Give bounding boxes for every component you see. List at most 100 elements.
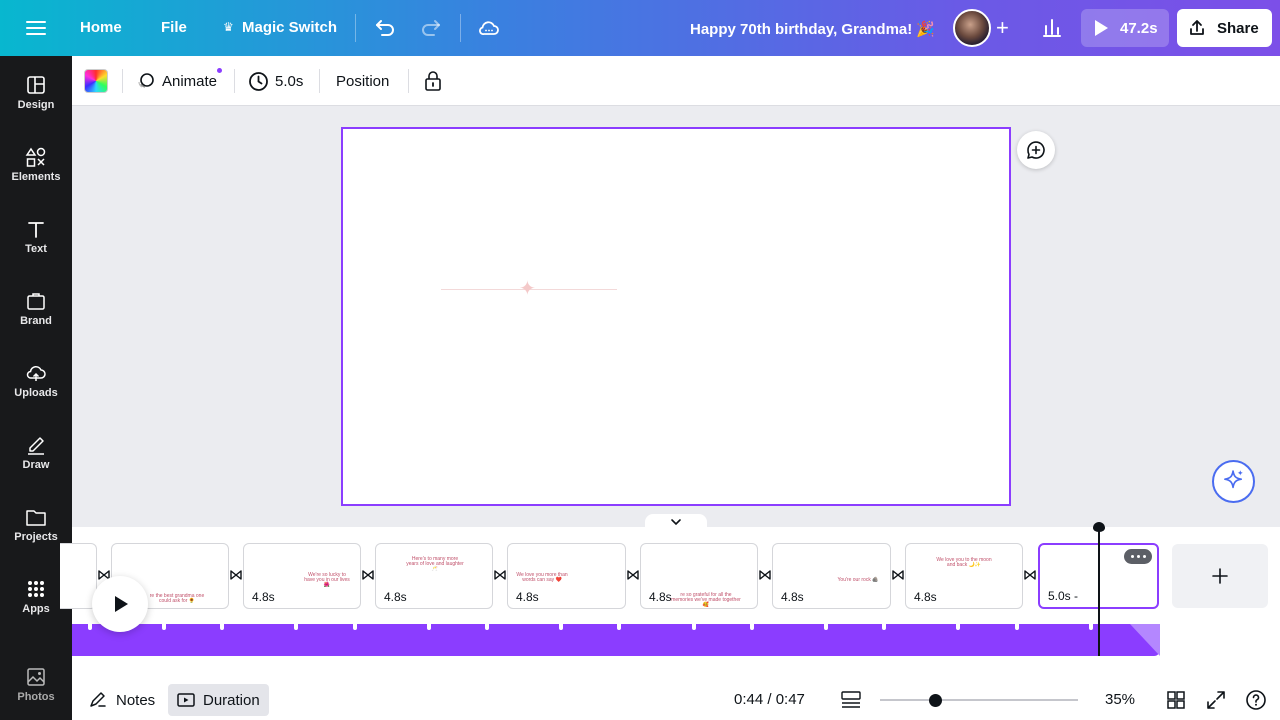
sidebar-item-elements[interactable]: Elements [0, 146, 72, 206]
clip-thumbnail-text: re the best grandma one could ask for 🌻 [149, 593, 205, 604]
add-collaborator-button[interactable]: + [996, 17, 1009, 39]
transition-icon[interactable] [891, 569, 905, 581]
grid-view-icon[interactable] [1165, 689, 1187, 711]
transition-icon[interactable] [758, 569, 772, 581]
position-label: Position [336, 72, 390, 90]
crown-icon: ♛ [223, 20, 234, 34]
audio-track[interactable] [72, 624, 1160, 656]
sidebar-item-text[interactable]: Text [0, 218, 72, 278]
share-label: Share [1217, 19, 1259, 37]
add-page-button[interactable] [1172, 544, 1268, 608]
add-comment-icon[interactable] [1017, 131, 1055, 169]
duration-toggle-button[interactable]: Duration [168, 684, 269, 716]
document-title[interactable]: Happy 70th birthday, Grandma! 🎉 [690, 20, 935, 38]
sidebar-item-label: Elements [11, 171, 61, 183]
transition-icon[interactable] [361, 569, 375, 581]
design-canvas[interactable]: ✦ [341, 127, 1011, 506]
transition-icon[interactable] [493, 569, 507, 581]
notes-icon [90, 692, 106, 707]
clip-thumbnail-text: Here's to many more years of love and la… [406, 556, 464, 572]
menu-icon[interactable] [26, 18, 46, 38]
sidebar-item-brand[interactable]: Brand [0, 290, 72, 350]
draw-icon [28, 437, 44, 455]
clip-thumbnail-text: We love you more than words can say ❤️ [516, 572, 568, 583]
sidebar-item-label: Design [17, 99, 55, 111]
timeline-play-button[interactable] [92, 576, 148, 632]
design-icon [27, 76, 45, 94]
sparkle-icon: ✦ [519, 278, 536, 300]
text-icon [28, 222, 44, 238]
animate-icon [138, 73, 154, 88]
timeline-clip[interactable]: We love you more than words can say ❤️ 4… [507, 543, 626, 609]
chevron-down-icon [671, 519, 681, 526]
help-icon[interactable] [1245, 689, 1267, 711]
fullscreen-icon[interactable] [1205, 689, 1227, 711]
page-view-icon[interactable] [840, 689, 862, 711]
animate-button[interactable]: Animate [136, 56, 217, 106]
home-button[interactable]: Home [80, 19, 122, 36]
zoom-slider-handle[interactable] [928, 694, 942, 707]
timeline-clip[interactable]: You're our rock 🪨 4.8s [772, 543, 891, 609]
present-play-button[interactable]: 47.2s [1081, 9, 1169, 47]
timeline-clip[interactable]: re so grateful for all the memories we'v… [640, 543, 758, 609]
clip-duration: 4.8s [781, 590, 804, 604]
video-duration-icon [177, 693, 195, 707]
sidebar-item-label: Text [25, 243, 47, 255]
transition-icon[interactable] [229, 569, 243, 581]
share-icon [1190, 20, 1204, 35]
sidebar-item-photos[interactable]: Photos [0, 666, 72, 720]
timeline-clip[interactable]: We're so lucky to have you in our lives … [243, 543, 361, 609]
elements-icon [25, 147, 46, 167]
clip-more-options-button[interactable] [1124, 549, 1152, 564]
sidebar: Design Elements Text Brand Uploads Draw … [0, 56, 72, 720]
zoom-slider[interactable] [880, 699, 1078, 701]
play-duration: 47.2s [1120, 19, 1158, 37]
duration-button[interactable]: 5.0s [248, 56, 303, 106]
playhead-handle[interactable] [1093, 522, 1105, 532]
sidebar-item-label: Projects [14, 531, 58, 543]
duration-value: 5.0s [275, 72, 304, 90]
timecode: 0:44 / 0:47 [734, 691, 805, 708]
magic-switch-button[interactable]: Magic Switch [242, 19, 337, 36]
sidebar-item-uploads[interactable]: Uploads [0, 362, 72, 422]
divider [408, 69, 409, 93]
share-button[interactable]: Share [1177, 9, 1272, 47]
timeline-clip[interactable]: Here's to many more years of love and la… [375, 543, 493, 609]
sidebar-item-design[interactable]: Design [0, 74, 72, 134]
animate-label: Animate [162, 72, 218, 90]
cloud-sync-icon[interactable] [477, 16, 501, 40]
magic-assistant-icon[interactable] [1212, 460, 1255, 503]
sidebar-item-label: Brand [20, 315, 52, 327]
color-picker-button[interactable] [84, 69, 108, 93]
file-menu-button[interactable]: File [161, 19, 187, 36]
undo-icon[interactable] [373, 16, 397, 40]
collapse-timeline-button[interactable] [645, 514, 707, 528]
redo-icon[interactable] [419, 16, 443, 40]
notification-dot [217, 68, 222, 73]
zoom-level[interactable]: 35% [1105, 691, 1135, 708]
clip-duration: 4.8s [384, 590, 407, 604]
playhead[interactable] [1098, 530, 1100, 656]
play-icon [115, 596, 128, 612]
projects-icon [26, 510, 46, 526]
insights-icon[interactable] [1033, 9, 1071, 47]
clip-duration: 4.8s [252, 590, 275, 604]
plus-icon [1212, 568, 1228, 584]
position-button[interactable]: Position [336, 56, 389, 106]
divider [122, 69, 123, 93]
notes-label: Notes [116, 691, 156, 709]
clip-duration: 4.8s [516, 590, 539, 604]
sidebar-item-label: Uploads [14, 387, 58, 399]
notes-button[interactable]: Notes [80, 684, 163, 716]
clip-thumbnail-text: You're our rock 🪨 [837, 577, 879, 583]
clip-duration: 4.8s [649, 590, 672, 604]
divider [355, 14, 356, 42]
avatar[interactable] [953, 9, 991, 47]
lock-icon[interactable] [422, 70, 444, 92]
sidebar-item-draw[interactable]: Draw [0, 434, 72, 494]
sidebar-item-label: Photos [17, 691, 55, 703]
uploads-icon [26, 365, 46, 381]
transition-icon[interactable] [1023, 569, 1037, 581]
timeline-clip[interactable]: We love you to the moon and back 🌙✨ 4.8s [905, 543, 1023, 609]
transition-icon[interactable] [626, 569, 640, 581]
